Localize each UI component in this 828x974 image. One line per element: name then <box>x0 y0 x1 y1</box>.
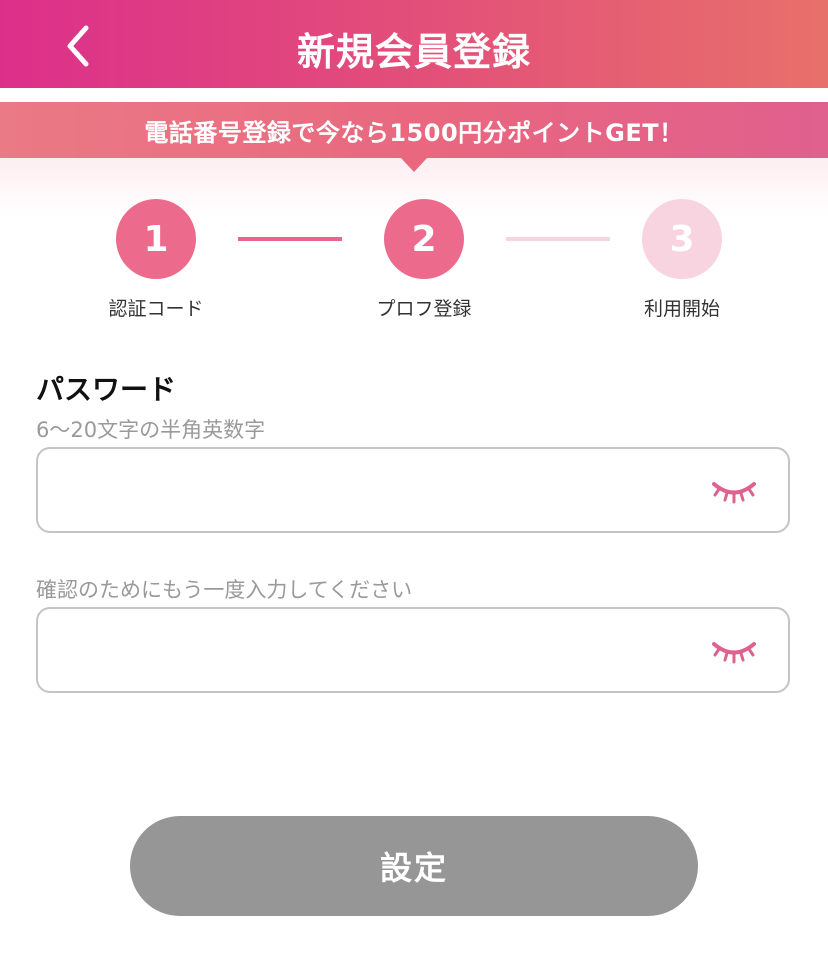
header-divider <box>0 88 828 102</box>
step-2-label: プロフ登録 <box>376 298 472 320</box>
step-1-circle: 1 <box>116 199 196 279</box>
eye-closed-icon[interactable] <box>710 635 758 669</box>
step-2-circle: 2 <box>384 199 464 279</box>
confirm-password-input[interactable] <box>58 609 702 693</box>
page-title: 新規会員登録 <box>296 29 531 74</box>
password-field[interactable] <box>36 447 790 533</box>
step-connector-1-2 <box>238 237 342 241</box>
set-button[interactable]: 設定 <box>130 816 698 916</box>
promo-banner: 電話番号登録で今なら1500円分ポイントGET！ <box>0 102 828 158</box>
eye-closed-icon[interactable] <box>710 475 758 509</box>
step-3-label: 利用開始 <box>643 298 720 320</box>
step-3-circle: 3 <box>642 199 722 279</box>
promo-banner-pointer <box>401 158 427 172</box>
confirm-password-hint: 確認のためにもう一度入力してください <box>36 578 413 602</box>
step-connector-2-3 <box>506 237 610 241</box>
step-1-label: 認証コード <box>108 298 204 320</box>
password-heading: パスワード <box>36 373 177 406</box>
password-hint: 6〜20文字の半角英数字 <box>36 418 266 442</box>
password-input[interactable] <box>58 449 702 533</box>
confirm-password-field[interactable] <box>36 607 790 693</box>
